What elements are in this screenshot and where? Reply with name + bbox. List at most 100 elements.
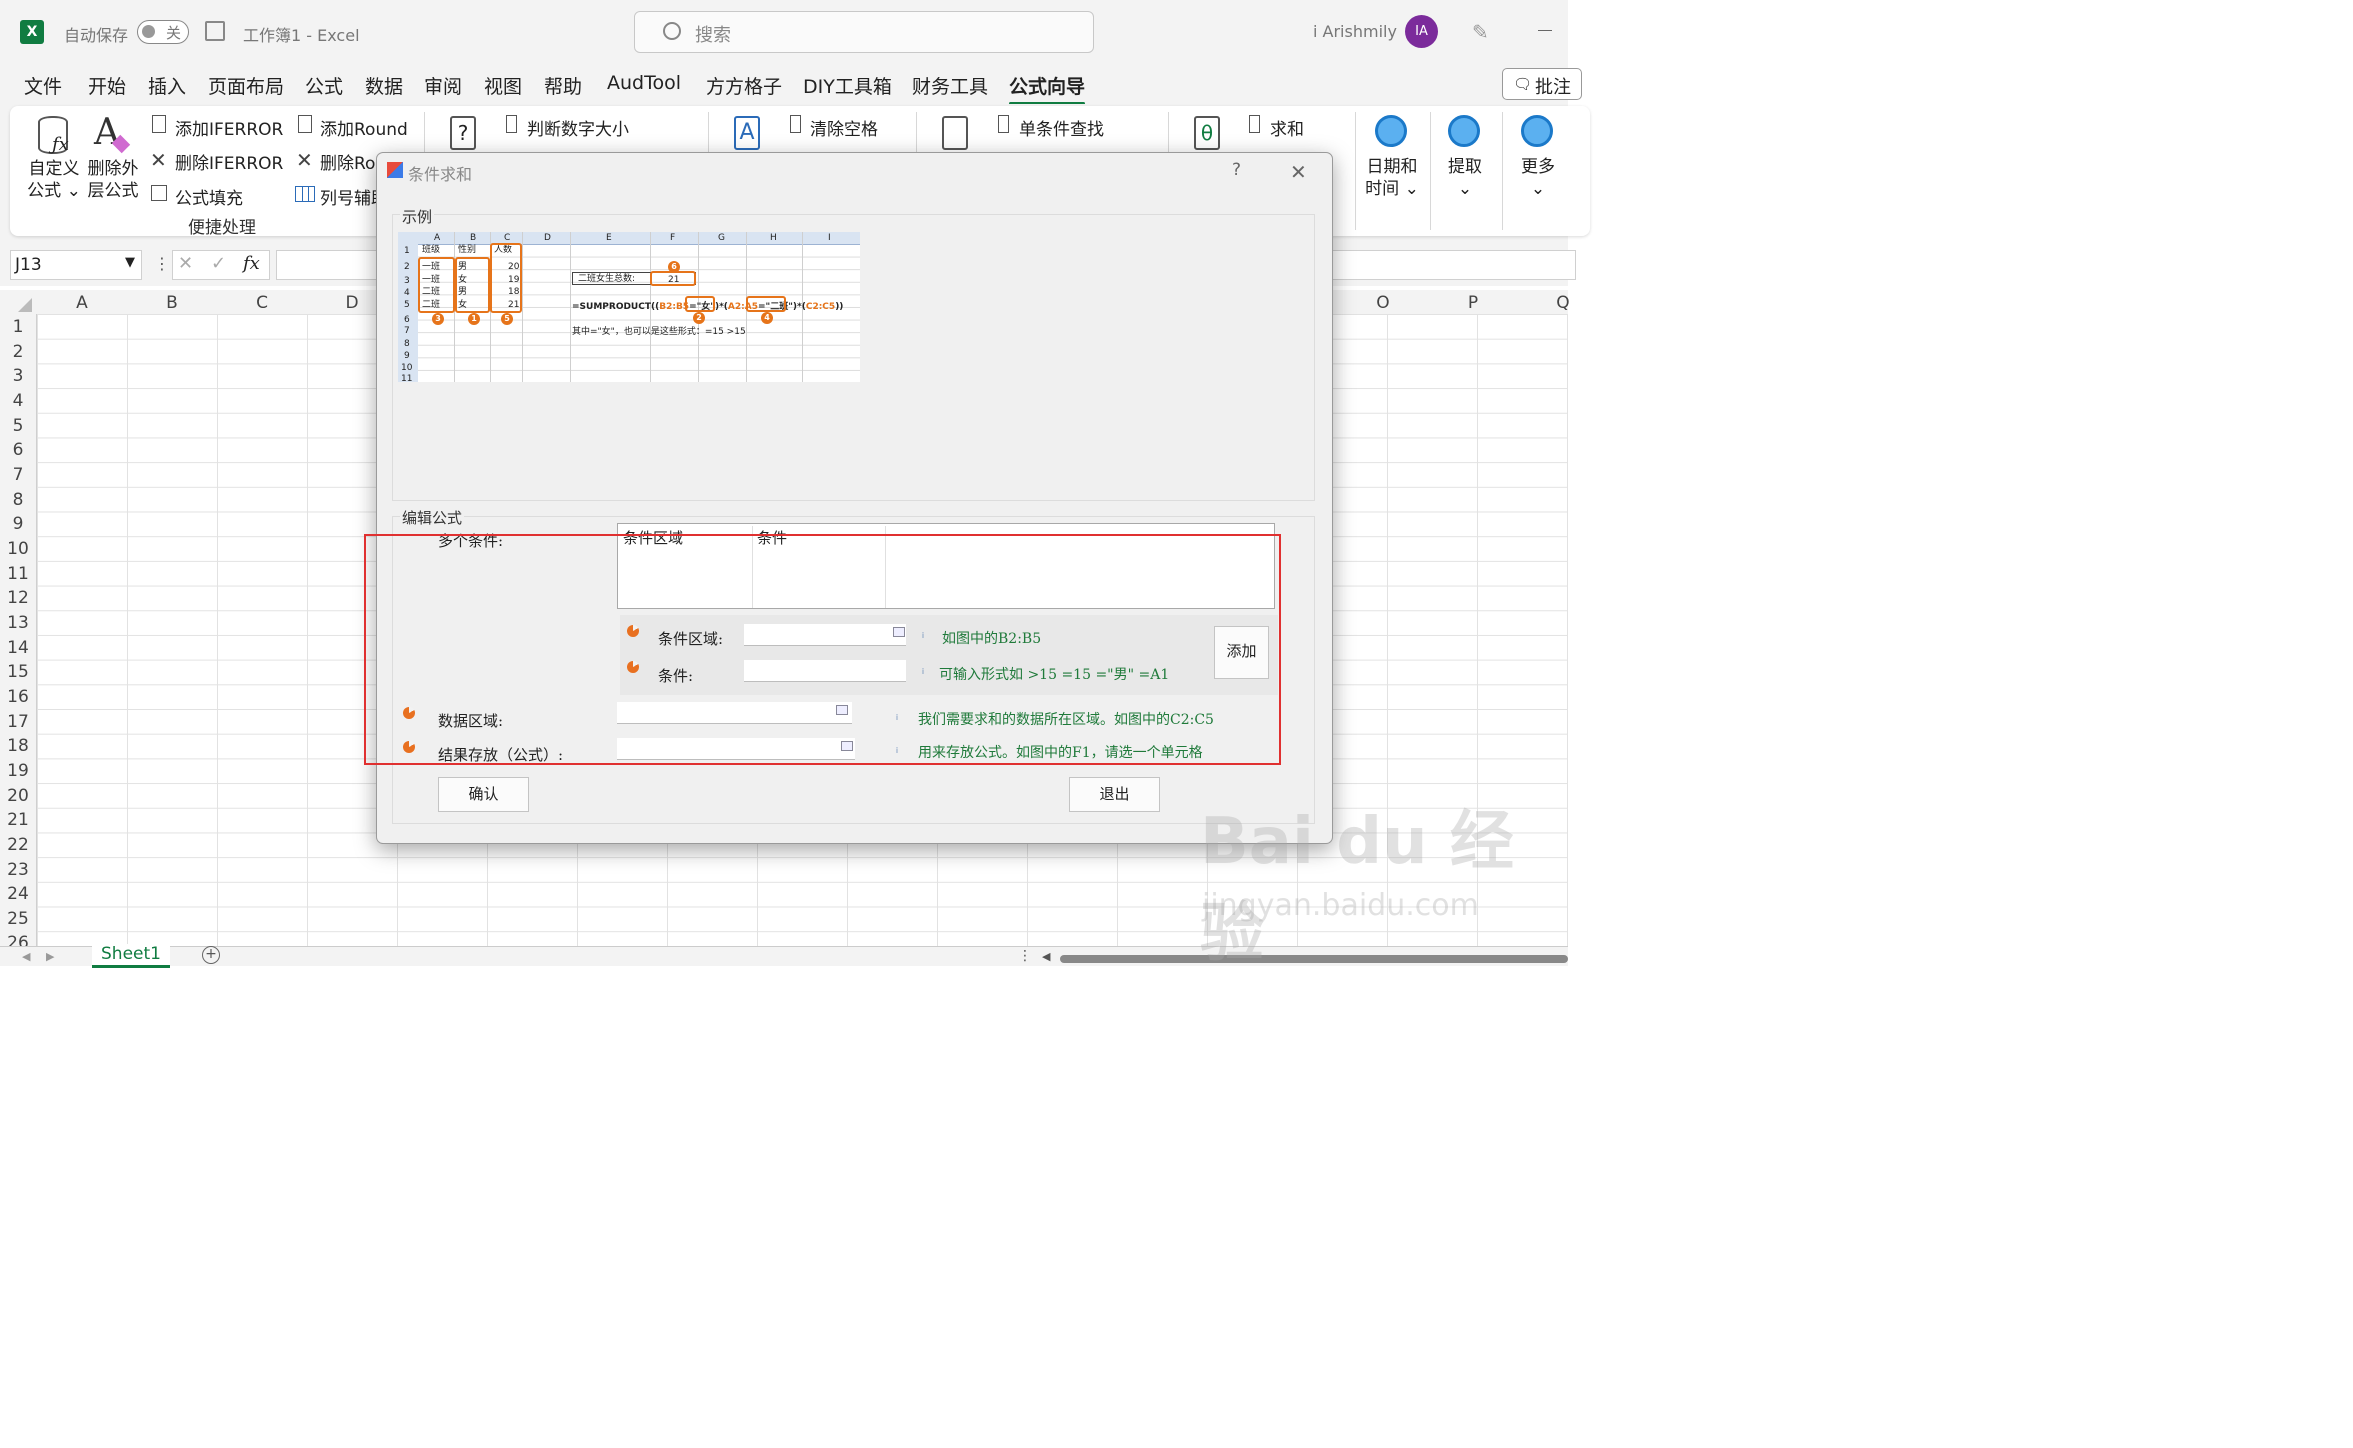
- row-header[interactable]: 22: [0, 835, 36, 855]
- column-header[interactable]: P: [1428, 293, 1518, 313]
- fx-icon[interactable]: fx: [243, 253, 260, 274]
- tab-view[interactable]: 视图: [484, 72, 522, 99]
- sum-button[interactable]: 求和: [1270, 115, 1304, 140]
- tab-formulas[interactable]: 公式: [305, 72, 343, 99]
- extract-button[interactable]: 提取 ⌄: [1440, 156, 1490, 200]
- row-header[interactable]: 15: [0, 662, 36, 682]
- row-header[interactable]: 9: [0, 514, 36, 534]
- single-lookup-button[interactable]: 单条件查找: [1019, 115, 1104, 140]
- row-header[interactable]: 23: [0, 860, 36, 880]
- comments-button[interactable]: 🗨 批注: [1502, 68, 1582, 100]
- row-header[interactable]: 3: [0, 366, 36, 386]
- menu-bar: 文件 开始 插入 页面布局 公式 数据 审阅 视图 帮助 AudTool 方方格…: [0, 64, 1568, 105]
- row-header[interactable]: 13: [0, 613, 36, 633]
- tab-page-layout[interactable]: 页面布局: [208, 72, 284, 99]
- row-header[interactable]: 8: [0, 490, 36, 510]
- more-dots-icon[interactable]: ⋮: [154, 254, 170, 273]
- sample-row-number: 3: [404, 276, 410, 286]
- exit-button[interactable]: 退出: [1069, 777, 1160, 812]
- add-iferror-button[interactable]: 添加IFERROR: [175, 115, 283, 140]
- row-header[interactable]: 16: [0, 687, 36, 707]
- prev-sheet-icon[interactable]: ◀: [22, 950, 30, 963]
- autosave-toggle[interactable]: 关: [137, 20, 189, 44]
- row-header[interactable]: 1: [0, 317, 36, 337]
- row-header[interactable]: 11: [0, 564, 36, 584]
- tab-home[interactable]: 开始: [88, 72, 126, 99]
- row-header[interactable]: 7: [0, 465, 36, 485]
- extract-label: 提取: [1448, 157, 1482, 177]
- tab-audtool[interactable]: AudTool: [607, 72, 681, 94]
- cancel-icon[interactable]: ✕: [178, 253, 193, 274]
- minimize-icon[interactable]: [1538, 30, 1552, 31]
- row-header[interactable]: 4: [0, 391, 36, 411]
- custom-formula-button[interactable]: 自定义 公式 ⌄: [22, 158, 86, 202]
- tab-diy[interactable]: DIY工具箱: [803, 72, 892, 99]
- column-header[interactable]: A: [37, 293, 127, 313]
- avatar[interactable]: IA: [1405, 15, 1438, 48]
- sheet-tab[interactable]: Sheet1: [92, 944, 170, 968]
- check-icon[interactable]: ✓: [211, 253, 226, 274]
- delete-round-button[interactable]: 删除Ro: [320, 149, 375, 174]
- name-box[interactable]: J13 ▼: [10, 250, 142, 280]
- sample-row-number: 11: [401, 374, 413, 384]
- help-button[interactable]: ?: [1232, 160, 1241, 180]
- remove-outer-label-1: 删除外: [87, 159, 139, 179]
- tab-ffgz[interactable]: 方方格子: [706, 72, 782, 99]
- excel-logo-icon[interactable]: X: [20, 20, 44, 44]
- tab-insert[interactable]: 插入: [148, 72, 186, 99]
- column-header[interactable]: Q: [1518, 293, 1608, 313]
- tab-finance[interactable]: 财务工具: [912, 72, 988, 99]
- search-icon: [663, 22, 681, 40]
- row-header[interactable]: 24: [0, 884, 36, 904]
- row-header[interactable]: 14: [0, 638, 36, 658]
- tab-review[interactable]: 审阅: [424, 72, 462, 99]
- pen-icon[interactable]: ✎: [1472, 20, 1489, 44]
- row-header[interactable]: 6: [0, 440, 36, 460]
- row-header[interactable]: 19: [0, 761, 36, 781]
- col-helper-button[interactable]: 列号辅助: [320, 184, 376, 209]
- row-header[interactable]: 25: [0, 909, 36, 929]
- formula-fill-button[interactable]: 公式填充: [175, 184, 243, 209]
- datetime-icon: [1375, 115, 1407, 147]
- judge-number-button[interactable]: 判断数字大小: [527, 115, 629, 140]
- datetime-button[interactable]: 日期和 时间 ⌄: [1362, 156, 1422, 200]
- sample-row-number: 9: [404, 351, 410, 361]
- sample-total-label: 二班女生总数:: [578, 274, 636, 284]
- row-header[interactable]: 21: [0, 810, 36, 830]
- row-header[interactable]: 5: [0, 416, 36, 436]
- close-button[interactable]: ✕: [1290, 160, 1307, 184]
- more-label: 更多: [1521, 157, 1555, 177]
- row-header[interactable]: 20: [0, 786, 36, 806]
- row-header[interactable]: 2: [0, 342, 36, 362]
- tab-formula-wizard[interactable]: 公式向导: [1009, 72, 1086, 105]
- more-button[interactable]: 更多 ⌄: [1512, 156, 1564, 200]
- save-icon[interactable]: [205, 21, 225, 41]
- row-header[interactable]: 12: [0, 588, 36, 608]
- chevron-down-icon[interactable]: ▼: [125, 255, 135, 270]
- tab-file[interactable]: 文件: [24, 72, 62, 99]
- select-all-corner[interactable]: [18, 298, 32, 312]
- row-header[interactable]: 10: [0, 539, 36, 559]
- search-box[interactable]: 搜索: [634, 11, 1094, 53]
- column-header[interactable]: B: [127, 293, 217, 313]
- row-header[interactable]: 17: [0, 712, 36, 732]
- delete-iferror-button[interactable]: 删除IFERROR: [175, 149, 283, 174]
- add-round-button[interactable]: 添加Round: [320, 115, 408, 140]
- more-dots-icon[interactable]: ⋮: [1018, 948, 1032, 964]
- confirm-button[interactable]: 确认: [438, 777, 529, 812]
- formula-buttons: ✕ ✓ fx: [172, 250, 270, 280]
- column-header[interactable]: C: [217, 293, 307, 313]
- question-book-icon: ?: [450, 116, 476, 150]
- clear-space-button[interactable]: 清除空格: [810, 115, 878, 140]
- tab-help[interactable]: 帮助: [544, 72, 582, 99]
- next-sheet-icon[interactable]: ▶: [46, 950, 54, 963]
- ribbon-separator: [424, 112, 425, 152]
- remove-outer-formula-button[interactable]: 删除外 层公式: [84, 158, 142, 202]
- tab-data[interactable]: 数据: [365, 72, 403, 99]
- sample-marker: 5: [501, 313, 513, 325]
- custom-formula-label-2: 公式 ⌄: [27, 181, 81, 201]
- add-sheet-icon[interactable]: +: [202, 946, 220, 964]
- column-header[interactable]: O: [1338, 293, 1428, 313]
- row-header[interactable]: 18: [0, 736, 36, 756]
- scroll-left-icon[interactable]: ◀: [1042, 950, 1050, 963]
